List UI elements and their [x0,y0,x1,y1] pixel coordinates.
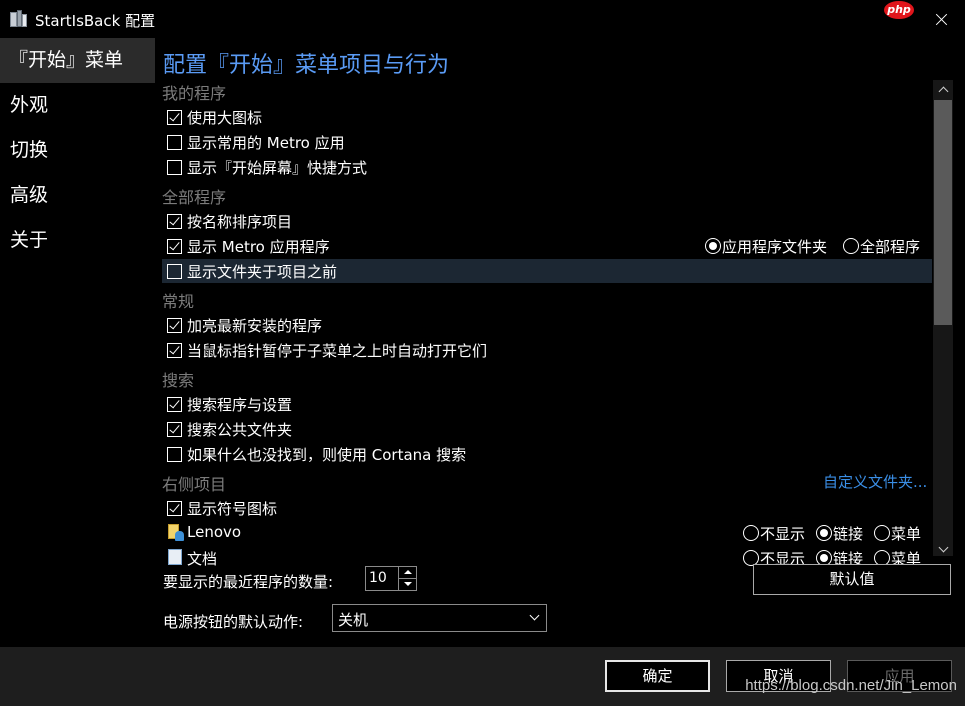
option-sort-by-name[interactable]: 按名称排序项目 [162,209,932,233]
lenovo-link-option[interactable]: 链接 [816,523,863,544]
vertical-scrollbar[interactable] [933,80,953,556]
show-symbol-icons-label: 显示符号图标 [187,500,278,518]
recent-count-stepper[interactable]: 10 [365,566,417,591]
cortana-fallback-checkbox[interactable] [167,447,182,462]
metro-all-programs-label: 全部程序 [860,238,921,256]
close-icon[interactable] [924,5,960,33]
start-screen-shortcut-label: 显示『开始屏幕』快捷方式 [187,159,368,177]
frequent-metro-checkbox[interactable] [167,135,182,150]
search-programs-label: 搜索程序与设置 [187,396,293,414]
power-action-value: 关机 [338,611,369,629]
lenovo-hide-label: 不显示 [760,525,806,543]
scroll-down-icon[interactable] [938,542,949,553]
auto-open-submenu-checkbox[interactable] [167,343,182,358]
options-list: 我的程序 使用大图标 显示常用的 Metro 应用 显示『开始屏幕』快捷方式 全… [155,80,933,594]
option-search-programs[interactable]: 搜索程序与设置 [162,392,932,416]
sort-by-name-checkbox[interactable] [167,214,182,229]
sort-by-name-label: 按名称排序项目 [187,213,293,231]
title-bar: StartIsBack 配置 php [0,0,965,38]
lenovo-hide-radio[interactable] [743,525,759,541]
search-public-label: 搜索公共文件夹 [187,421,293,439]
chevron-down-icon[interactable] [529,610,540,621]
section-search: 搜索 [162,371,195,390]
large-icons-label: 使用大图标 [187,109,263,127]
highlight-new-checkbox[interactable] [167,318,182,333]
sidebar-item-about[interactable]: 关于 [0,218,155,263]
metro-apps-folder-label: 应用程序文件夹 [722,238,828,256]
metro-location-all-programs[interactable]: 全部程序 [843,236,920,257]
lenovo-link-radio[interactable] [816,525,832,541]
right-item-name: Lenovo [187,523,242,541]
section-general: 常规 [162,292,195,311]
show-symbol-icons-checkbox[interactable] [167,501,182,516]
metro-all-programs-radio[interactable] [843,238,859,254]
lenovo-menu-option[interactable]: 菜单 [874,523,921,544]
lenovo-hide-option[interactable]: 不显示 [743,523,805,544]
dialog-footer: 确定 取消 应用 https://blog.csdn.net/Jin_Lemon [0,647,965,706]
section-all-programs: 全部程序 [162,188,227,207]
power-action-select[interactable]: 关机 [332,604,547,632]
lenovo-link-label: 链接 [833,525,864,543]
search-programs-checkbox[interactable] [167,397,182,412]
ok-button[interactable]: 确定 [605,660,710,692]
metro-apps-folder-radio[interactable] [705,238,721,254]
scrollbar-thumb[interactable] [934,100,952,325]
option-show-metro-apps[interactable]: 显示 Metro 应用程序 应用程序文件夹 全部程序 [162,234,932,258]
frequent-metro-label: 显示常用的 Metro 应用 [187,134,345,152]
lenovo-menu-radio[interactable] [874,525,890,541]
right-item-lenovo: Lenovo 不显示 链接 菜单 [162,521,932,545]
sidebar-item-switching[interactable]: 切换 [0,128,155,173]
sidebar-item-appearance[interactable]: 外观 [0,83,155,128]
sidebar-item-start-menu[interactable]: 『开始』菜单 [0,38,155,83]
start-screen-shortcut-checkbox[interactable] [167,160,182,175]
folders-first-checkbox[interactable] [167,264,182,279]
folders-first-label: 显示文件夹于项目之前 [187,263,338,281]
sidebar: 『开始』菜单 外观 切换 高级 关于 [0,38,155,647]
option-large-icons[interactable]: 使用大图标 [162,105,932,129]
watermark-text: https://blog.csdn.net/Jin_Lemon [745,677,957,694]
documents-icon [168,549,182,565]
main-panel: 配置『开始』菜单项目与行为 我的程序 使用大图标 显示常用的 Metro 应用 … [155,38,965,647]
power-action-label: 电源按钮的默认动作: [163,613,304,631]
lenovo-menu-label: 菜单 [891,525,922,543]
user-folder-icon [168,524,184,541]
page-title: 配置『开始』菜单项目与行为 [163,53,450,78]
stepper-down-icon[interactable] [399,578,416,589]
option-search-public[interactable]: 搜索公共文件夹 [162,417,932,441]
option-cortana-fallback[interactable]: 如果什么也没找到，则使用 Cortana 搜索 [162,442,932,466]
option-folders-first[interactable]: 显示文件夹于项目之前 [162,259,932,283]
window-title: StartIsBack 配置 [35,12,156,30]
sidebar-item-advanced[interactable]: 高级 [0,173,155,218]
auto-open-submenu-label: 当鼠标指针暂停于子菜单之上时自动打开它们 [187,342,488,360]
option-auto-open-submenu[interactable]: 当鼠标指针暂停于子菜单之上时自动打开它们 [162,338,932,362]
cortana-fallback-label: 如果什么也没找到，则使用 Cortana 搜索 [187,446,467,464]
option-highlight-new[interactable]: 加亮最新安装的程序 [162,313,932,337]
show-metro-apps-label: 显示 Metro 应用程序 [187,238,330,256]
option-start-screen-shortcut[interactable]: 显示『开始屏幕』快捷方式 [162,155,932,179]
php-badge-icon: php [884,1,914,19]
recent-count-label: 要显示的最近程序的数量: [163,573,334,591]
stepper-up-icon[interactable] [399,567,416,578]
customize-folders-link[interactable]: 自定义文件夹... [823,471,927,492]
app-icon [10,10,28,28]
section-my-programs: 我的程序 [162,84,227,103]
search-public-checkbox[interactable] [167,422,182,437]
default-values-button[interactable]: 默认值 [753,564,951,595]
option-frequent-metro[interactable]: 显示常用的 Metro 应用 [162,130,932,154]
section-right-items: 右侧项目 [162,475,227,494]
metro-location-apps-folder[interactable]: 应用程序文件夹 [705,236,827,257]
scroll-up-icon[interactable] [938,86,949,97]
large-icons-checkbox[interactable] [167,110,182,125]
show-metro-apps-checkbox[interactable] [167,239,182,254]
highlight-new-label: 加亮最新安装的程序 [187,317,323,335]
option-show-symbol-icons[interactable]: 显示符号图标 [162,496,932,520]
stepper-buttons [398,567,416,590]
recent-count-value[interactable]: 10 [369,570,387,586]
right-item-name: 文档 [187,550,218,568]
